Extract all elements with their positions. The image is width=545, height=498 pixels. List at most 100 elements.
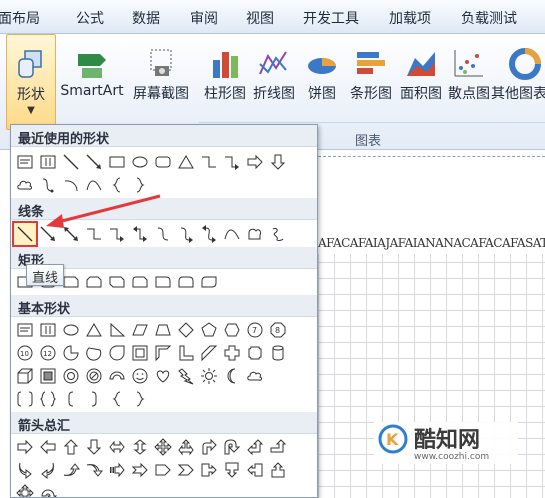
quad-arrow-callout-shape-icon[interactable] [14, 482, 36, 497]
tab-view[interactable]: 视图 [246, 8, 274, 28]
line-chart-button[interactable]: 折线图 [251, 34, 297, 128]
curved-connector-shape-icon[interactable] [37, 174, 59, 196]
elbow-connector-shape-icon[interactable] [83, 223, 105, 245]
decagon-shape-icon[interactable]: 10 [14, 342, 36, 364]
scribble-shape-icon[interactable] [267, 223, 289, 245]
striped-right-arrow-shape-icon[interactable] [106, 459, 128, 481]
chevron-shape-icon[interactable] [175, 459, 197, 481]
right-arrow-shape-icon[interactable] [244, 151, 266, 173]
other-chart-button[interactable]: 其他图表 [491, 34, 545, 128]
right-brace-shape-icon[interactable] [129, 388, 151, 410]
rounded-rectangle-shape-icon[interactable] [152, 151, 174, 173]
circular-arrow-shape-icon[interactable] [37, 482, 59, 497]
tab-load-test[interactable]: 负载测试 [461, 8, 517, 28]
can-shape-icon[interactable] [267, 342, 289, 364]
straight-line-shape-icon[interactable] [12, 221, 38, 247]
down-arrow-shape-icon[interactable] [83, 436, 105, 458]
textbox-shape-icon[interactable] [14, 151, 36, 173]
right-bracket-shape-icon[interactable] [83, 388, 105, 410]
curved-right-arrow-shape-icon[interactable] [14, 459, 36, 481]
freeform-curve-shape-icon[interactable] [83, 174, 105, 196]
heart-shape-icon[interactable] [152, 365, 174, 387]
down-arrow-shape-icon[interactable] [267, 151, 289, 173]
round-same-side-rectangle-shape-icon[interactable] [175, 271, 197, 293]
down-arrow-callout-shape-icon[interactable] [221, 459, 243, 481]
right-triangle-shape-icon[interactable] [106, 319, 128, 341]
double-brace-shape-icon[interactable] [37, 388, 59, 410]
pentagon-arrow-shape-icon[interactable] [152, 459, 174, 481]
bevel-shape-icon[interactable] [37, 365, 59, 387]
bent-arrow-shape-icon[interactable] [198, 436, 220, 458]
curved-up-arrow-shape-icon[interactable] [60, 459, 82, 481]
oval-shape-icon[interactable] [129, 151, 151, 173]
pentagon-shape-icon[interactable] [198, 319, 220, 341]
snip-same-side-rectangle-shape-icon[interactable] [83, 271, 105, 293]
dodecagon-shape-icon[interactable]: 12 [37, 342, 59, 364]
bent-up-arrow-shape-icon[interactable] [267, 436, 289, 458]
cloud-shape-icon[interactable] [14, 174, 36, 196]
up-arrow-shape-icon[interactable] [60, 436, 82, 458]
smiley-face-shape-icon[interactable] [129, 365, 151, 387]
octagon-shape-icon[interactable]: 8 [267, 319, 289, 341]
left-right-up-arrow-shape-icon[interactable] [175, 436, 197, 458]
up-arrow-callout-shape-icon[interactable] [267, 459, 289, 481]
pie-shape-icon[interactable] [60, 342, 82, 364]
double-bracket-shape-icon[interactable] [14, 388, 36, 410]
no-symbol-shape-icon[interactable] [83, 365, 105, 387]
tab-formulas[interactable]: 公式 [76, 8, 104, 28]
left-right-arrow-shape-icon[interactable] [106, 436, 128, 458]
diagonal-stripe-shape-icon[interactable] [198, 342, 220, 364]
tab-review[interactable]: 审阅 [190, 8, 218, 28]
donut-shape-icon[interactable] [60, 365, 82, 387]
teardrop-shape-icon[interactable] [106, 342, 128, 364]
scatter-chart-button[interactable]: 散点图 [445, 34, 493, 128]
arc-shape-icon[interactable] [60, 174, 82, 196]
arrow-line-shape-icon[interactable] [83, 151, 105, 173]
left-up-arrow-shape-icon[interactable] [244, 436, 266, 458]
right-arrow-callout-shape-icon[interactable] [198, 459, 220, 481]
double-arrow-line-shape-icon[interactable] [60, 223, 82, 245]
parallelogram-shape-icon[interactable] [129, 319, 151, 341]
isosceles-triangle-shape-icon[interactable] [83, 319, 105, 341]
quad-arrow-shape-icon[interactable] [152, 436, 174, 458]
curved-down-arrow-shape-icon[interactable] [83, 459, 105, 481]
snip-round-rectangle-shape-icon[interactable] [129, 271, 151, 293]
line-shape-icon[interactable] [60, 151, 82, 173]
tab-addins[interactable]: 加载项 [389, 8, 431, 28]
curved-double-arrow-connector-shape-icon[interactable] [198, 223, 220, 245]
block-arc-shape-icon[interactable] [106, 365, 128, 387]
cross-shape-icon[interactable] [221, 342, 243, 364]
tab-developer[interactable]: 开发工具 [303, 8, 359, 28]
vertical-textbox-shape-icon[interactable] [37, 319, 59, 341]
left-arrow-callout-shape-icon[interactable] [244, 459, 266, 481]
cube-shape-icon[interactable] [14, 365, 36, 387]
left-brace-shape-icon[interactable] [106, 174, 128, 196]
snip-diagonal-rectangle-shape-icon[interactable] [106, 271, 128, 293]
rectangle-shape-icon[interactable] [106, 151, 128, 173]
curved-arrow-connector-shape-icon[interactable] [175, 223, 197, 245]
left-brace-shape-icon[interactable] [106, 388, 128, 410]
hexagon-shape-icon[interactable] [221, 319, 243, 341]
curve-shape-icon[interactable] [221, 223, 243, 245]
sun-shape-icon[interactable] [198, 365, 220, 387]
shapes-button[interactable]: 形状 ▼ [6, 34, 56, 130]
trapezoid-shape-icon[interactable] [152, 319, 174, 341]
cloud-shape-icon[interactable] [244, 365, 266, 387]
lightning-bolt-shape-icon[interactable] [175, 365, 197, 387]
elbow-double-arrow-connector-shape-icon[interactable] [129, 223, 151, 245]
bar-chart-button[interactable]: 条形图 [345, 34, 397, 128]
chord-shape-icon[interactable] [83, 342, 105, 364]
diamond-shape-icon[interactable] [175, 319, 197, 341]
moon-shape-icon[interactable] [221, 365, 243, 387]
area-chart-button[interactable]: 面积图 [397, 34, 445, 128]
half-frame-shape-icon[interactable] [152, 342, 174, 364]
elbow-arrow-connector-shape-icon[interactable] [221, 151, 243, 173]
right-arrow-shape-icon[interactable] [14, 436, 36, 458]
plaque-shape-icon[interactable] [244, 342, 266, 364]
tab-data[interactable]: 数据 [132, 8, 160, 28]
u-turn-arrow-shape-icon[interactable] [221, 436, 243, 458]
l-shape-icon[interactable] [175, 342, 197, 364]
left-bracket-shape-icon[interactable] [60, 388, 82, 410]
pie-chart-button[interactable]: 饼图 [299, 34, 345, 128]
triangle-shape-icon[interactable] [175, 151, 197, 173]
